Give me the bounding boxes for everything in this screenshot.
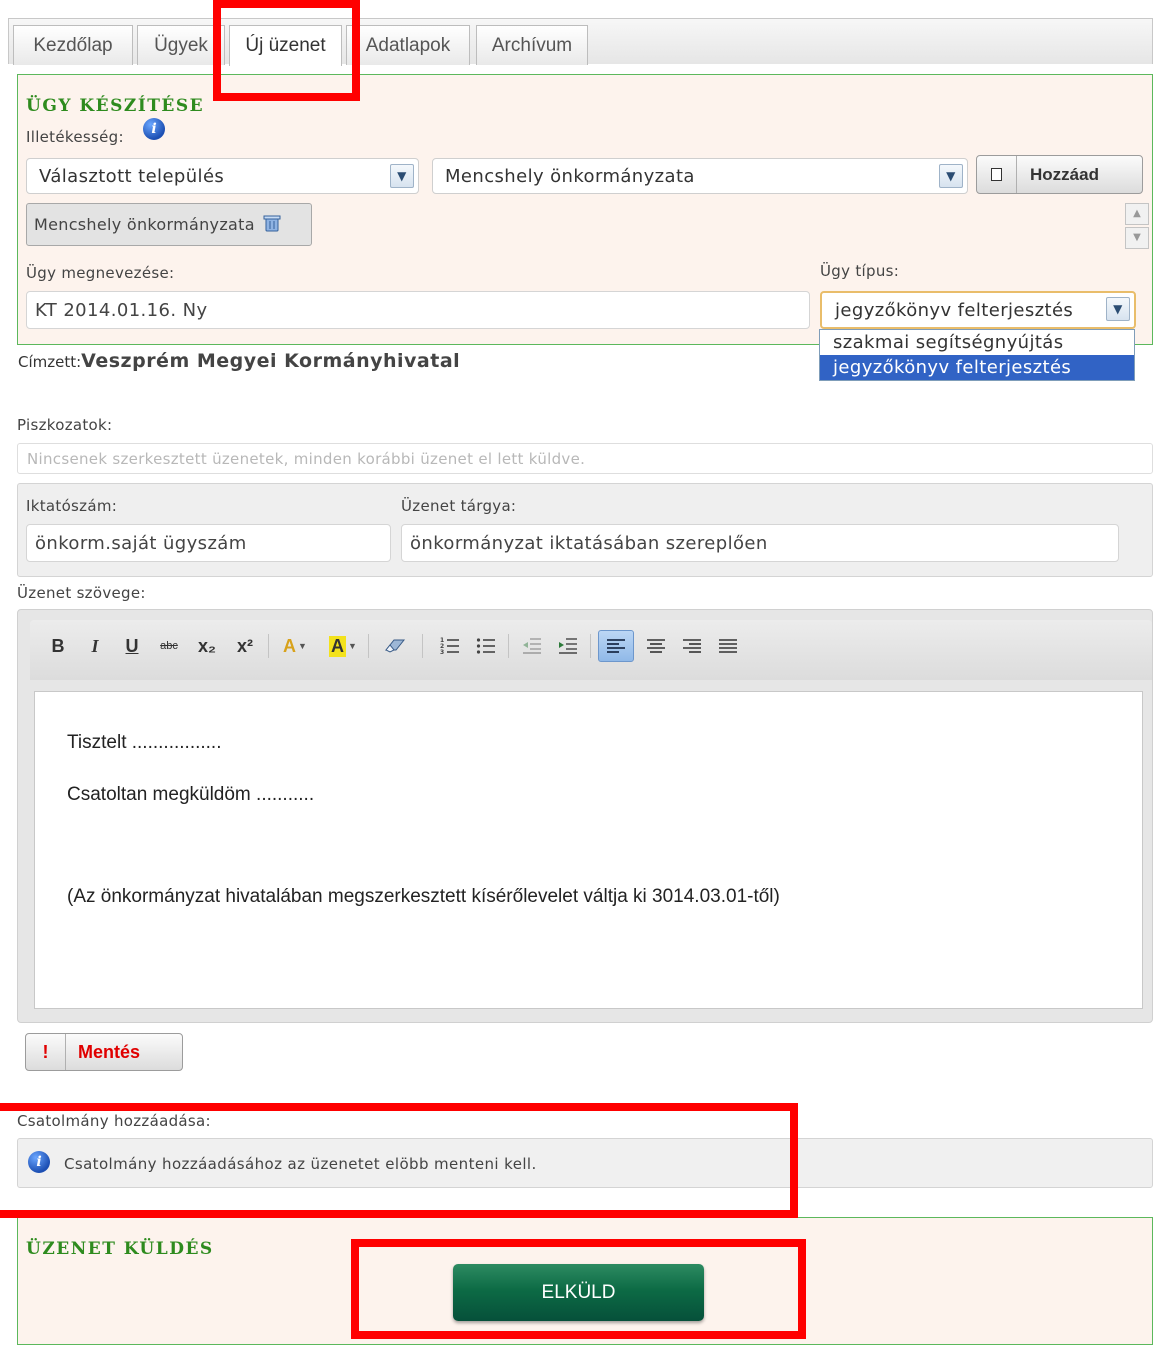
chevron-down-icon: ▼	[390, 164, 414, 188]
svg-text:3: 3	[440, 649, 444, 655]
chevron-down-icon: ▼	[1106, 297, 1130, 321]
selected-office-chip: Mencshely önkormányzata	[26, 203, 312, 246]
font-color-icon[interactable]: A ▼	[276, 632, 314, 660]
message-line-1: Tisztelt .................	[67, 732, 222, 753]
add-button[interactable]: Hozzáad	[976, 155, 1143, 194]
toolbar-separator	[268, 634, 269, 658]
case-type-option-selected[interactable]: jegyzőkönyv felterjesztés	[820, 355, 1134, 380]
tab-archive[interactable]: Archívum	[476, 25, 588, 65]
bullet-list-icon[interactable]	[474, 632, 498, 660]
registration-number-label: Iktatószám:	[26, 497, 118, 515]
recipient-label: Címzett:	[18, 353, 82, 371]
office-select-value: Mencshely önkormányzata	[445, 165, 695, 187]
toolbar-separator	[508, 634, 509, 658]
align-left-icon[interactable]	[598, 630, 634, 662]
case-type-value: jegyzőkönyv felterjesztés	[835, 299, 1074, 321]
drafts-field[interactable]: Nincsenek szerkesztett üzenetek, minden …	[17, 443, 1153, 474]
registration-number-input[interactable]: önkorm.saját ügyszám	[26, 524, 391, 562]
message-line-2: Csatoltan megküldöm ...........	[67, 784, 315, 805]
tab-cases-label: Ügyek	[154, 34, 208, 56]
jurisdiction-label: Illetékesség:	[26, 128, 124, 146]
chevron-down-icon: ▼	[939, 164, 963, 188]
indent-icon[interactable]	[556, 632, 580, 660]
underline-icon[interactable]: U	[120, 632, 144, 660]
tab-datasheets[interactable]: Adatlapok	[346, 25, 470, 65]
numbered-list-icon[interactable]: 123	[438, 632, 462, 660]
highlight-letter: A	[329, 635, 347, 657]
jurisdiction-select-value: Választott település	[39, 165, 225, 187]
italic-icon[interactable]: I	[83, 632, 107, 660]
subject-label: Üzenet tárgya:	[401, 497, 517, 515]
save-button-label: Mentés	[78, 1041, 141, 1062]
add-button-label: Hozzáad	[1030, 164, 1099, 184]
tab-home-label: Kezdőlap	[33, 34, 113, 56]
case-name-input[interactable]: KT 2014.01.16. Ny	[26, 291, 810, 329]
highlight-box-attachment	[0, 1103, 798, 1218]
tab-datasheets-label: Adatlapok	[365, 34, 451, 56]
subject-value: önkormányzat iktatásában szereplően	[410, 532, 768, 554]
subject-input[interactable]: önkormányzat iktatásában szereplően	[401, 524, 1119, 562]
align-justify-icon[interactable]	[714, 632, 742, 660]
case-type-select[interactable]: jegyzőkönyv felterjesztés ▼	[820, 291, 1136, 329]
registration-number-value: önkorm.saját ügyszám	[35, 532, 247, 554]
office-select[interactable]: Mencshely önkormányzata ▼	[432, 158, 968, 194]
toolbar-separator	[368, 634, 369, 658]
selected-office-chip-label: Mencshely önkormányzata	[34, 215, 255, 234]
toolbar-separator	[422, 634, 423, 658]
tab-home[interactable]: Kezdőlap	[13, 25, 133, 65]
message-label: Üzenet szövege:	[17, 584, 146, 602]
scroll-up-icon[interactable]: ▲	[1125, 203, 1149, 225]
case-name-label: Ügy megnevezése:	[26, 264, 175, 282]
recipient-value: Veszprém Megyei Kormányhivatal	[81, 350, 461, 372]
drafts-label: Piszkozatok:	[17, 416, 113, 434]
scrollbar[interactable]: ▲ ▼	[1125, 203, 1149, 249]
message-line-3: (Az önkormányzat hivatalában megszerkesz…	[67, 886, 780, 907]
case-type-dropdown: szakmai segítségnyújtás jegyzőkönyv felt…	[819, 329, 1135, 381]
eraser-icon[interactable]	[382, 632, 408, 660]
bold-icon[interactable]: B	[46, 632, 70, 660]
align-center-icon[interactable]	[642, 632, 670, 660]
scroll-down-icon[interactable]: ▼	[1125, 227, 1149, 249]
editor-toolbar: B I U abc x₂ x² A ▼ A ▼ 123	[30, 620, 1152, 680]
align-right-icon[interactable]	[678, 632, 706, 660]
editor-content[interactable]: Tisztelt ................. Csatoltan meg…	[34, 691, 1143, 1009]
tab-archive-label: Archívum	[491, 34, 573, 56]
warning-icon: !	[26, 1034, 66, 1070]
superscript-icon[interactable]: x²	[230, 632, 260, 660]
case-type-label: Ügy típus:	[820, 262, 900, 280]
font-color-letter: A	[283, 635, 297, 656]
tab-cases[interactable]: Ügyek	[137, 25, 225, 65]
case-name-value: KT 2014.01.16. Ny	[35, 299, 208, 321]
save-button[interactable]: ! Mentés	[25, 1033, 183, 1071]
send-section-title: ÜZENET KÜLDÉS	[26, 1239, 214, 1259]
highlight-box-send	[351, 1239, 806, 1339]
recipient: Címzett:Veszprém Megyei Kormányhivatal	[18, 350, 460, 372]
outdent-icon[interactable]	[520, 632, 544, 660]
tab-bar: Kezdőlap Ügyek Új üzenet Adatlapok Archí…	[8, 18, 1153, 66]
toolbar-separator	[590, 634, 591, 658]
subscript-icon[interactable]: x₂	[192, 632, 222, 660]
jurisdiction-select[interactable]: Választott település ▼	[26, 158, 419, 194]
case-type-option[interactable]: szakmai segítségnyújtás	[820, 330, 1134, 355]
case-section-title: ÜGY KÉSZÍTÉSE	[26, 96, 205, 116]
checkbox-icon	[977, 156, 1017, 193]
info-icon[interactable]: i	[143, 118, 165, 140]
highlight-color-icon[interactable]: A ▼	[324, 632, 362, 660]
strikethrough-icon[interactable]: abc	[154, 632, 184, 660]
rich-text-editor: B I U abc x₂ x² A ▼ A ▼ 123 Tisztelt ...…	[17, 609, 1153, 1023]
highlight-box-tab	[213, 0, 360, 101]
trash-icon[interactable]	[262, 213, 282, 237]
